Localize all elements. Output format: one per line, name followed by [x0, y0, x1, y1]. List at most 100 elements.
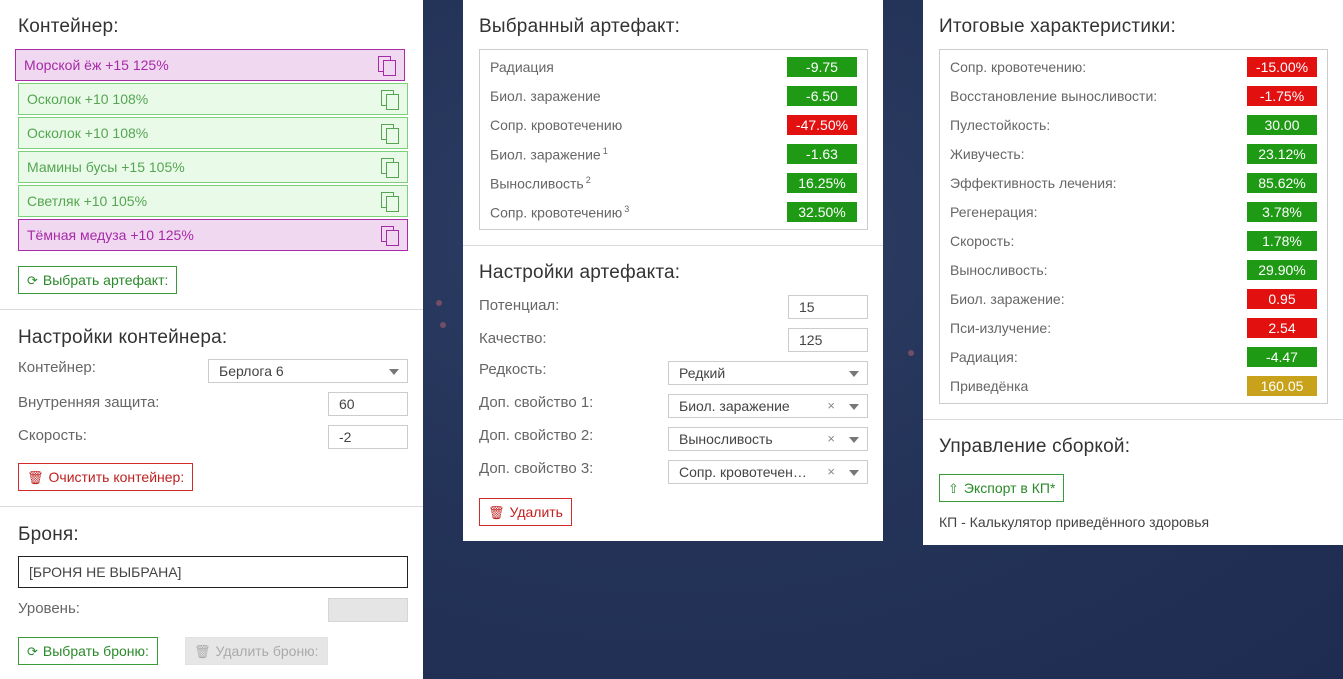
stat-name-text: Биол. заражение: [950, 291, 1065, 307]
stat-name: Биол. заражение: [950, 291, 1065, 307]
background-glow [440, 322, 446, 328]
stat-value: 23.12% [1247, 144, 1317, 164]
build-footnote: КП - Калькулятор приведённого здоровья [939, 514, 1210, 530]
clear-container-button[interactable]: 🗑 Очистить контейнер: [18, 463, 194, 491]
artifact-item[interactable]: Светляк +10 105% [18, 185, 408, 217]
copy-icon[interactable] [381, 226, 399, 246]
stat-name-text: Выносливость [490, 175, 584, 192]
stat-name: Радиация: [950, 349, 1018, 365]
stat-value: 32.50% [787, 202, 857, 222]
stat-name: Пси-излучение: [950, 320, 1051, 336]
artifact-item[interactable]: Осколок +10 108% [18, 83, 408, 115]
stat-name: Живучесть: [950, 146, 1025, 162]
stat-row: Биол. заражение 1 -1.63 [480, 140, 867, 169]
stat-name: Выносливость 2 [490, 175, 591, 192]
potential-input[interactable]: 15 [788, 295, 868, 319]
quality-label: Качество: [479, 330, 547, 347]
stat-name-text: Сопр. кровотечению [490, 204, 623, 221]
stat-name-text: Выносливость: [950, 262, 1048, 278]
divider [463, 245, 883, 246]
quality-input[interactable]: 125 [788, 328, 868, 352]
speed-label: Скорость: [18, 427, 87, 444]
armor-field[interactable]: [БРОНЯ НЕ ВЫБРАНА] [18, 556, 408, 588]
extra3-label: Доп. свойство 3: [479, 460, 594, 477]
stat-value: -47.50% [787, 115, 857, 135]
clear-icon[interactable]: × [827, 395, 835, 417]
trash-icon: 🗑 [488, 505, 505, 520]
stat-value: 0.95 [1247, 289, 1317, 309]
stat-row: Регенерация: 3.78% [940, 198, 1327, 227]
select-artifact-button[interactable]: ⟳ Выбрать артефакт: [18, 266, 178, 294]
trash-icon: 🗑 [27, 470, 44, 485]
stat-row: Скорость: 1.78% [940, 227, 1327, 256]
stat-row: Живучесть: 23.12% [940, 140, 1327, 169]
extra2-select[interactable]: Выносливость × [668, 427, 868, 451]
delete-armor-button[interactable]: 🗑 Удалить броню: [185, 637, 328, 665]
stat-name: Регенерация: [950, 204, 1038, 220]
armor-level-input[interactable] [328, 598, 408, 622]
artifact-item[interactable]: Тёмная медуза +10 125% [18, 219, 408, 251]
middle-panel: Выбранный артефакт: Радиация -9.75 Биол. з… [463, 0, 883, 541]
stat-name: Приведёнка [950, 378, 1028, 394]
left-panel: Контейнер: Морской ёж +15 125% Осколок +1… [0, 0, 423, 679]
copy-icon[interactable] [378, 56, 396, 76]
stat-name-text: Эффективность лечения: [950, 175, 1117, 191]
speed-input[interactable]: -2 [328, 425, 408, 449]
stat-name: Биол. заражение [490, 88, 601, 104]
stat-name: Сопр. кровотечению 3 [490, 204, 629, 221]
extra3-select[interactable]: Сопр. кровотечен… × [668, 460, 868, 484]
artifact-item[interactable]: Осколок +10 108% [18, 117, 408, 149]
artifact-item[interactable]: Морской ёж +15 125% [15, 49, 405, 81]
copy-icon[interactable] [381, 158, 399, 178]
stat-value: 2.54 [1247, 318, 1317, 338]
delete-artifact-button[interactable]: 🗑 Удалить [479, 498, 572, 526]
stat-value: 3.78% [1247, 202, 1317, 222]
stat-row: Пулестойкость: 30.00 [940, 111, 1327, 140]
stat-name-text: Пулестойкость: [950, 117, 1051, 133]
artifact-label: Светляк +10 105% [27, 193, 148, 209]
selected-artifact-stats: Радиация -9.75 Биол. заражение -6.50 Сопр. к… [479, 49, 868, 230]
clear-icon[interactable]: × [827, 428, 835, 450]
clear-icon[interactable]: × [827, 461, 835, 483]
stat-name-text: Биол. заражение [490, 88, 601, 104]
select-armor-button[interactable]: ⟳ Выбрать броню: [18, 637, 158, 665]
stat-value: -4.47 [1247, 347, 1317, 367]
stat-name-text: Регенерация: [950, 204, 1038, 220]
rarity-select[interactable]: Редкий [668, 361, 868, 385]
artifact-label: Мамины бусы +15 105% [27, 159, 185, 175]
protection-label: Внутренняя защита: [18, 394, 160, 411]
rarity-label: Редкость: [479, 361, 547, 378]
stat-row: Выносливость 2 16.25% [480, 169, 867, 198]
stat-name-text: Сопр. кровотечению: [950, 59, 1087, 75]
stat-value: 1.78% [1247, 231, 1317, 251]
stat-name: Сопр. кровотечению: [950, 59, 1086, 75]
stat-value: 30.00 [1247, 115, 1317, 135]
artifact-settings-title: Настройки артефакта: [479, 262, 681, 283]
stat-value: -1.75% [1247, 86, 1317, 106]
export-button[interactable]: ⇧ Экспорт в КП* [939, 474, 1065, 502]
stat-name: Скорость: [950, 233, 1014, 249]
copy-icon[interactable] [381, 90, 399, 110]
divider [0, 309, 423, 310]
artifact-item[interactable]: Мамины бусы +15 105% [18, 151, 408, 183]
divider [0, 506, 423, 507]
armor-title: Броня: [18, 524, 79, 545]
copy-icon[interactable] [381, 192, 399, 212]
extra1-select[interactable]: Биол. заражение × [668, 394, 868, 418]
trash-icon: 🗑 [194, 644, 211, 659]
divider [923, 419, 1343, 420]
artifact-label: Тёмная медуза +10 125% [27, 227, 194, 243]
protection-input[interactable]: 60 [328, 392, 408, 416]
stat-row: Пси-излучение: 2.54 [940, 314, 1327, 343]
stat-row: Эффективность лечения: 85.62% [940, 169, 1327, 198]
armor-level-label: Уровень: [18, 600, 80, 617]
stat-name: Выносливость: [950, 262, 1048, 278]
container-select[interactable]: Берлога 6 [208, 359, 408, 383]
copy-icon[interactable] [381, 124, 399, 144]
stat-footnote-mark: 1 [602, 146, 608, 156]
stat-row: Радиация: -4.47 [940, 343, 1327, 372]
background-glow [908, 350, 914, 356]
stat-name: Пулестойкость: [950, 117, 1050, 133]
chevron-down-icon [389, 369, 399, 375]
stat-name-text: Сопр. кровотечению [490, 117, 623, 133]
